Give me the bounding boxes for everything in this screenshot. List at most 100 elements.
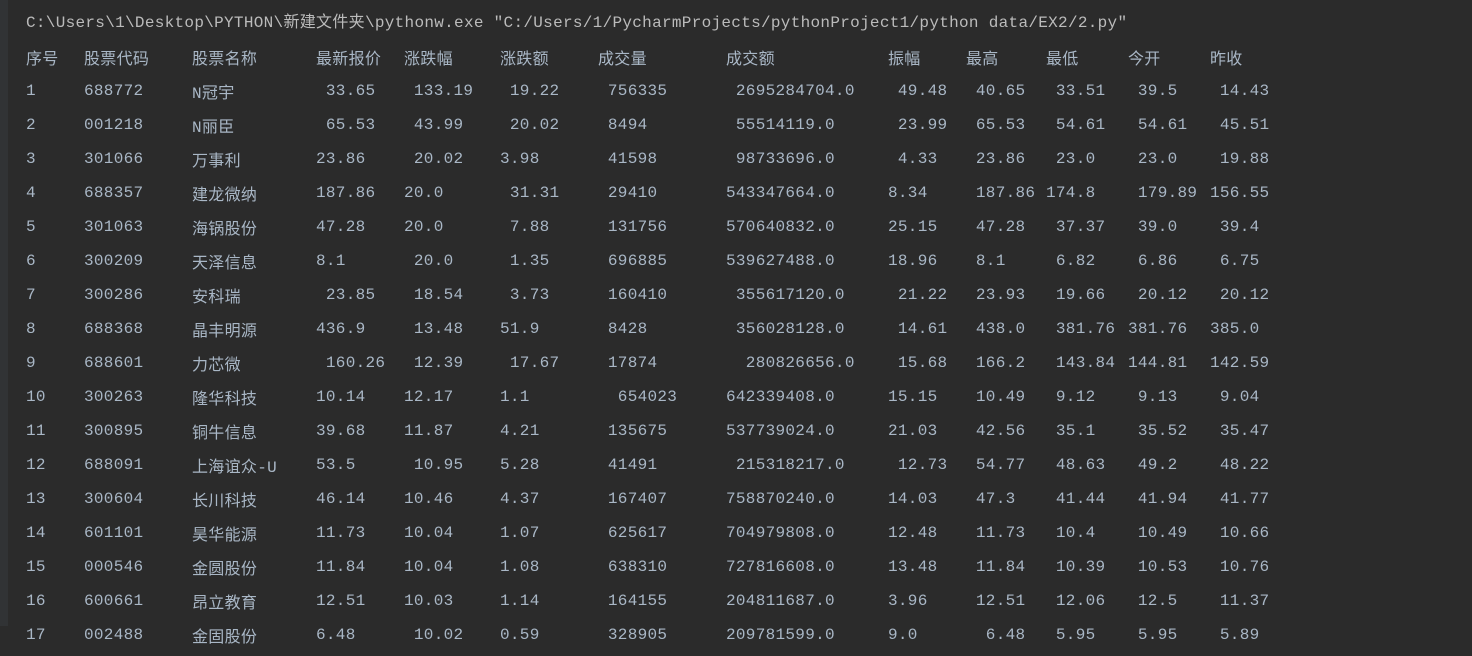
- cell-pct: 43.99: [404, 108, 500, 142]
- cell-chg: 51.9: [500, 312, 598, 346]
- cell-code: 601101: [84, 516, 192, 550]
- cell-chg: 5.28: [500, 448, 598, 482]
- cell-amp: 9.0: [888, 618, 966, 652]
- cell-idx: 1: [26, 74, 84, 108]
- cell-code: 688357: [84, 176, 192, 210]
- cell-amt: 570640832.0: [726, 210, 888, 244]
- cell-prev: 10.76: [1210, 550, 1280, 584]
- table-row: 2001218N丽臣 65.53 43.99 20.02 8494 555141…: [26, 108, 1280, 142]
- cell-chg: 1.1: [500, 380, 598, 414]
- cell-vol: 638310: [598, 550, 726, 584]
- cell-vol: 167407: [598, 482, 726, 516]
- cell-amp: 4.33: [888, 142, 966, 176]
- cell-vol: 29410: [598, 176, 726, 210]
- cell-amp: 18.96: [888, 244, 966, 278]
- cell-vol: 654023: [598, 380, 726, 414]
- cell-name: 长川科技: [192, 482, 316, 516]
- cell-prev: 142.59: [1210, 346, 1280, 380]
- table-row: 16600661昂立教育12.5110.031.14 1641552048116…: [26, 584, 1280, 618]
- cell-amt: 543347664.0: [726, 176, 888, 210]
- cell-amt: 204811687.0: [726, 584, 888, 618]
- cell-vol: 696885: [598, 244, 726, 278]
- cell-prev: 35.47: [1210, 414, 1280, 448]
- cell-price: 11.73: [316, 516, 404, 550]
- cell-open: 12.5: [1128, 584, 1210, 618]
- cell-low: 41.44: [1046, 482, 1128, 516]
- cell-open: 5.95: [1128, 618, 1210, 652]
- cell-price: 23.85: [316, 278, 404, 312]
- cell-amp: 8.34: [888, 176, 966, 210]
- cell-low: 23.0: [1046, 142, 1128, 176]
- cell-open: 10.53: [1128, 550, 1210, 584]
- cell-chg: 3.73: [500, 278, 598, 312]
- cell-prev: 385.0: [1210, 312, 1280, 346]
- cell-high: 23.86: [966, 142, 1046, 176]
- cell-low: 9.12: [1046, 380, 1128, 414]
- cell-vol: 135675: [598, 414, 726, 448]
- cell-vol: 328905: [598, 618, 726, 652]
- cell-idx: 6: [26, 244, 84, 278]
- cell-amt: 2695284704.0: [726, 74, 888, 108]
- cell-price: 12.51: [316, 584, 404, 618]
- table-row: 7300286安科瑞 23.85 18.54 3.73 160410 35561…: [26, 278, 1280, 312]
- cell-low: 35.1: [1046, 414, 1128, 448]
- cell-chg: 7.88: [500, 210, 598, 244]
- cell-vol: 41491: [598, 448, 726, 482]
- cell-high: 54.77: [966, 448, 1046, 482]
- cell-chg: 4.21: [500, 414, 598, 448]
- cell-chg: 4.37: [500, 482, 598, 516]
- cell-amt: 355617120.0: [726, 278, 888, 312]
- cell-code: 300286: [84, 278, 192, 312]
- header-name: 股票名称: [192, 40, 316, 74]
- table-row: 9688601力芯微 160.26 12.39 17.67 17874 2808…: [26, 346, 1280, 380]
- cell-low: 10.4: [1046, 516, 1128, 550]
- cell-amp: 21.03: [888, 414, 966, 448]
- cell-chg: 3.98: [500, 142, 598, 176]
- cell-amp: 25.15: [888, 210, 966, 244]
- cell-high: 47.3: [966, 482, 1046, 516]
- table-row: 1688772N冠宇 33.65 133.19 19.22 756335 269…: [26, 74, 1280, 108]
- cell-pct: 12.17: [404, 380, 500, 414]
- cell-prev: 19.88: [1210, 142, 1280, 176]
- table-row: 12688091上海谊众-U53.5 10.955.28 41491 21531…: [26, 448, 1280, 482]
- table-row: 3301066万事利23.86 20.023.98 41598 98733696…: [26, 142, 1280, 176]
- table-body: 1688772N冠宇 33.65 133.19 19.22 756335 269…: [26, 74, 1280, 652]
- cell-prev: 6.75: [1210, 244, 1280, 278]
- cell-prev: 5.89: [1210, 618, 1280, 652]
- cell-amt: 98733696.0: [726, 142, 888, 176]
- cell-idx: 8: [26, 312, 84, 346]
- cell-name: 万事利: [192, 142, 316, 176]
- cell-amp: 49.48: [888, 74, 966, 108]
- cell-open: 49.2: [1128, 448, 1210, 482]
- cell-vol: 41598: [598, 142, 726, 176]
- cell-open: 41.94: [1128, 482, 1210, 516]
- table-row: 13300604长川科技46.1410.464.37 1674077588702…: [26, 482, 1280, 516]
- cell-high: 11.84: [966, 550, 1046, 584]
- cell-amt: 537739024.0: [726, 414, 888, 448]
- cell-pct: 10.46: [404, 482, 500, 516]
- cell-amp: 14.03: [888, 482, 966, 516]
- cell-price: 47.28: [316, 210, 404, 244]
- cell-high: 65.53: [966, 108, 1046, 142]
- cell-code: 688368: [84, 312, 192, 346]
- cell-code: 600661: [84, 584, 192, 618]
- cell-high: 6.48: [966, 618, 1046, 652]
- cell-code: 301066: [84, 142, 192, 176]
- cell-idx: 10: [26, 380, 84, 414]
- cell-name: 建龙微纳: [192, 176, 316, 210]
- cell-low: 48.63: [1046, 448, 1128, 482]
- cell-code: 688772: [84, 74, 192, 108]
- cell-amt: 704979808.0: [726, 516, 888, 550]
- cell-idx: 9: [26, 346, 84, 380]
- cell-amp: 21.22: [888, 278, 966, 312]
- command-line: C:\Users\1\Desktop\PYTHON\新建文件夹\pythonw.…: [8, 0, 1472, 36]
- cell-high: 47.28: [966, 210, 1046, 244]
- cell-amt: 727816608.0: [726, 550, 888, 584]
- cell-chg: 31.31: [500, 176, 598, 210]
- cell-pct: 133.19: [404, 74, 500, 108]
- cell-amt: 209781599.0: [726, 618, 888, 652]
- cell-vol: 8494: [598, 108, 726, 142]
- cell-low: 174.8: [1046, 176, 1128, 210]
- cell-prev: 39.4: [1210, 210, 1280, 244]
- table-row: 11300895铜牛信息39.6811.874.21 1356755377390…: [26, 414, 1280, 448]
